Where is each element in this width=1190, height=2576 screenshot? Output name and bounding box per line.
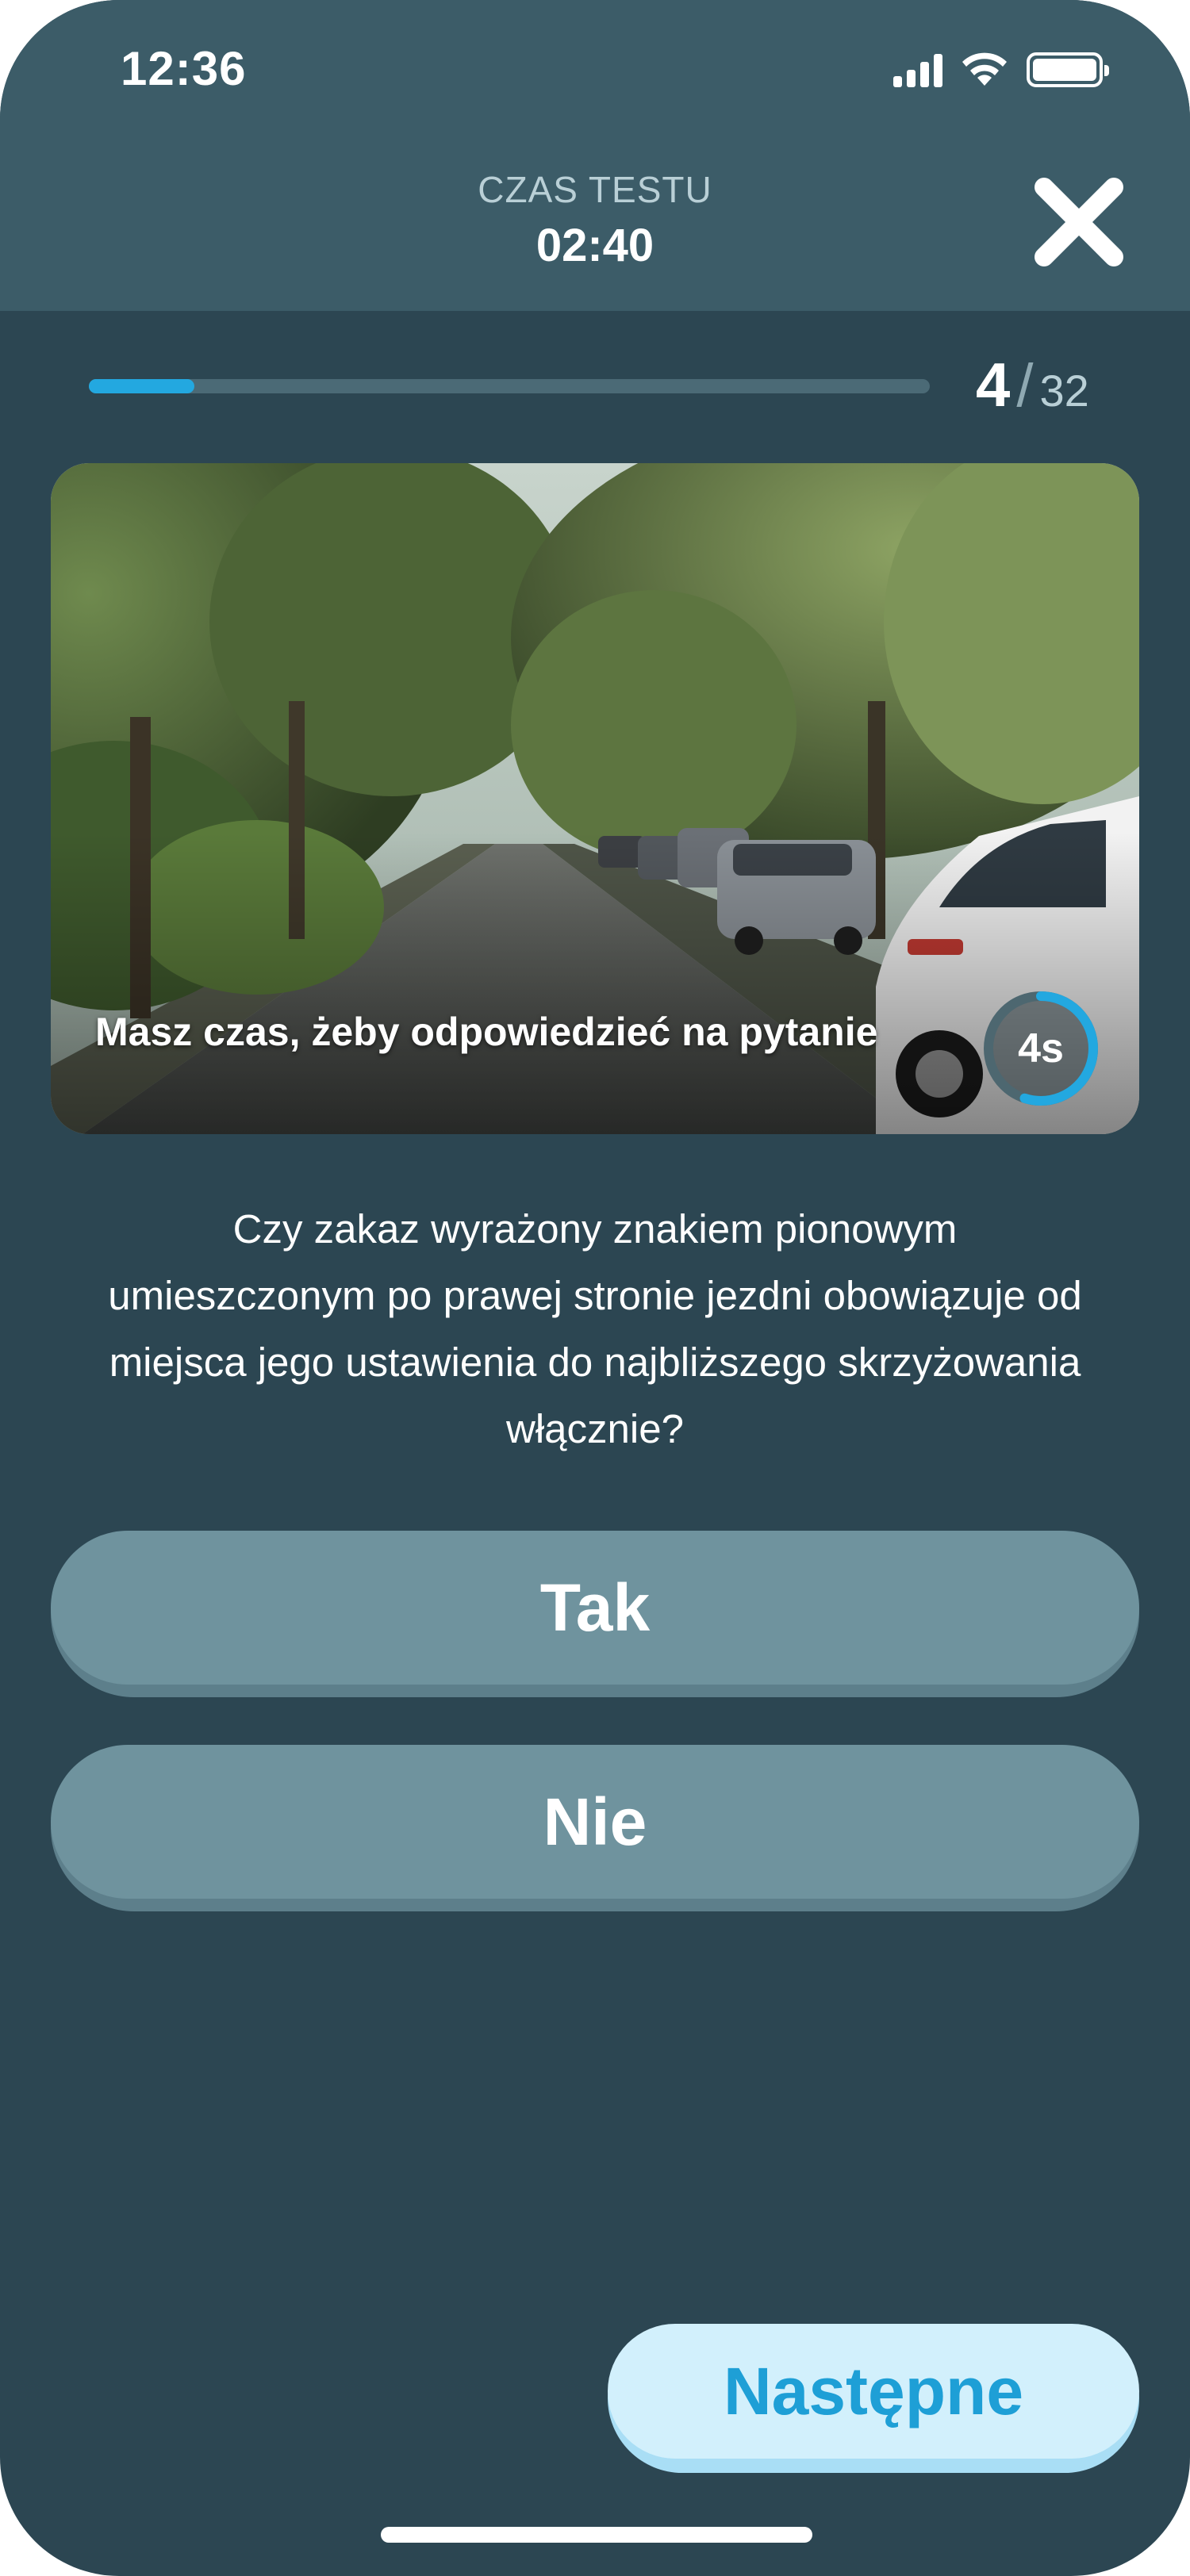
answer-no-button[interactable]: Nie <box>51 1745 1139 1911</box>
home-indicator[interactable] <box>381 2527 812 2543</box>
next-button-label: Następne <box>608 2324 1139 2459</box>
question-text: Czy zakaz wyrażony znakiem pionowym umie… <box>108 1206 1082 1451</box>
close-button[interactable] <box>1031 174 1127 270</box>
answer-yes-button[interactable]: Tak <box>51 1531 1139 1697</box>
answer-label: Nie <box>51 1745 1139 1899</box>
status-time: 12:36 <box>121 42 247 95</box>
question-video: Masz czas, żeby odpowiedzieć na pytanie … <box>51 463 1139 1134</box>
next-button[interactable]: Następne <box>608 2324 1139 2473</box>
answer-label: Tak <box>51 1531 1139 1685</box>
current-question-number: 4 <box>976 350 1011 420</box>
cellular-signal-icon <box>893 52 942 87</box>
question-counter: 4 / 32 <box>976 349 1089 420</box>
progress-bar <box>89 379 930 393</box>
answer-countdown: 4s <box>979 987 1103 1110</box>
video-caption: Masz czas, żeby odpowiedzieć na pytanie <box>95 1010 878 1054</box>
countdown-seconds: 4s <box>1018 1025 1064 1071</box>
counter-separator: / <box>1016 352 1034 420</box>
progress-bar-fill <box>89 379 194 393</box>
test-time-value: 02:40 <box>536 220 654 271</box>
battery-icon <box>1027 52 1109 87</box>
status-icons <box>893 51 1109 87</box>
test-time-label: CZAS TESTU <box>478 169 712 210</box>
wifi-icon <box>962 52 1007 86</box>
total-questions-number: 32 <box>1039 366 1089 416</box>
phone-screen: 12:36 CZAS TESTU 02:40 4 / 32 Masz czas,… <box>0 0 1190 2576</box>
header-bar: 12:36 CZAS TESTU 02:40 <box>0 0 1190 311</box>
close-icon <box>1035 178 1123 266</box>
